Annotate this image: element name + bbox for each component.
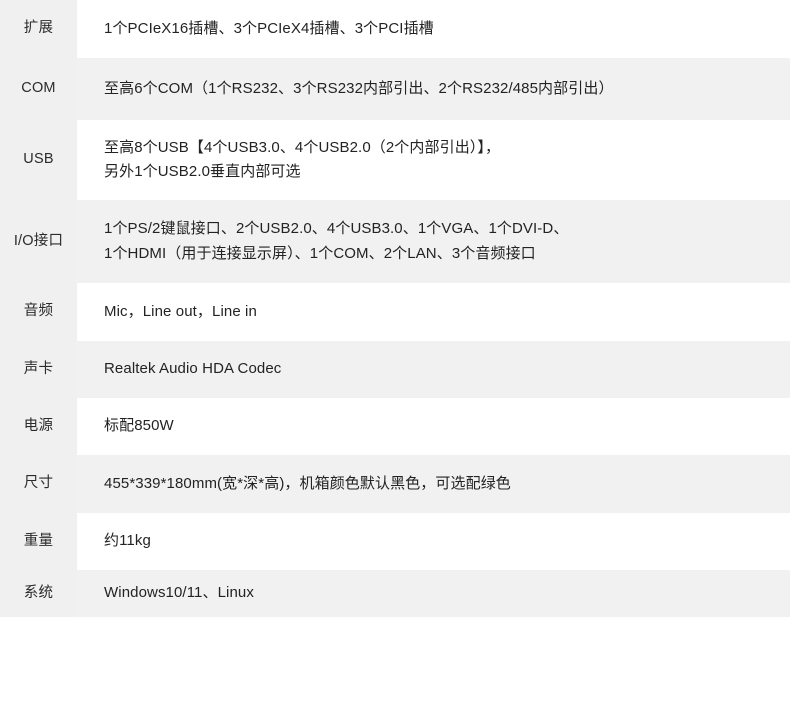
row-label-sound-card: 声卡	[0, 341, 77, 398]
value-line: 标配850W	[104, 417, 174, 435]
row-value-com: 至高6个COM（1个RS232、3个RS232内部引出、2个RS232/485内…	[77, 58, 790, 120]
table-row: 电源 标配850W	[0, 398, 790, 455]
row-label-weight: 重量	[0, 513, 77, 570]
value-line: 1个HDMI（用于连接显示屏）、1个COM、2个LAN、3个音频接口	[104, 244, 536, 262]
table-row: 音频 Mic，Line out，Line in	[0, 283, 790, 341]
table-row: USB 至高8个USB【4个USB3.0、4个USB2.0（2个内部引出）】， …	[0, 120, 790, 200]
row-label-io-ports: I/O接口	[0, 200, 77, 283]
row-label-os: 系统	[0, 570, 77, 617]
table-row: 系统 Windows10/11、Linux	[0, 570, 790, 617]
table-row: I/O接口 1个PS/2键鼠接口、2个USB2.0、4个USB3.0、1个VGA…	[0, 200, 790, 283]
table-row: 重量 约11kg	[0, 513, 790, 570]
table-row: 扩展 1个PCIeX16插槽、3个PCIeX4插槽、3个PCI插槽	[0, 0, 790, 58]
row-value-io-ports: 1个PS/2键鼠接口、2个USB2.0、4个USB3.0、1个VGA、1个DVI…	[77, 200, 790, 283]
value-line: 另外1个USB2.0垂直内部可选	[104, 163, 301, 180]
page-blank-area	[0, 617, 790, 711]
row-value-sound-card: Realtek Audio HDA Codec	[77, 341, 790, 398]
row-label-usb: USB	[0, 120, 77, 200]
row-value-os: Windows10/11、Linux	[77, 570, 790, 617]
value-line: Windows10/11、Linux	[104, 584, 254, 602]
row-label-audio: 音频	[0, 283, 77, 341]
row-value-weight: 约11kg	[77, 513, 790, 570]
value-line: Realtek Audio HDA Codec	[104, 360, 282, 378]
specification-table: 扩展 1个PCIeX16插槽、3个PCIeX4插槽、3个PCI插槽 COM 至高…	[0, 0, 790, 617]
row-label-power: 电源	[0, 398, 77, 455]
row-label-dimensions: 尺寸	[0, 455, 77, 513]
row-value-power: 标配850W	[77, 398, 790, 455]
row-label-com: COM	[0, 58, 77, 120]
value-line: 455*339*180mm(宽*深*高)，机箱颜色默认黑色，可选配绿色	[104, 474, 511, 492]
row-value-usb: 至高8个USB【4个USB3.0、4个USB2.0（2个内部引出）】， 另外1个…	[77, 120, 790, 200]
value-line: 至高6个COM（1个RS232、3个RS232内部引出、2个RS232/485内…	[104, 79, 614, 97]
value-line: 1个PCIeX16插槽、3个PCIeX4插槽、3个PCI插槽	[104, 19, 434, 37]
row-value-expansion: 1个PCIeX16插槽、3个PCIeX4插槽、3个PCI插槽	[77, 0, 790, 58]
specification-table-body: 扩展 1个PCIeX16插槽、3个PCIeX4插槽、3个PCI插槽 COM 至高…	[0, 0, 790, 617]
table-row: 尺寸 455*339*180mm(宽*深*高)，机箱颜色默认黑色，可选配绿色	[0, 455, 790, 513]
table-row: 声卡 Realtek Audio HDA Codec	[0, 341, 790, 398]
row-label-expansion: 扩展	[0, 0, 77, 58]
value-line: Mic，Line out，Line in	[104, 302, 257, 320]
table-row: COM 至高6个COM（1个RS232、3个RS232内部引出、2个RS232/…	[0, 58, 790, 120]
row-value-audio: Mic，Line out，Line in	[77, 283, 790, 341]
value-line: 1个PS/2键鼠接口、2个USB2.0、4个USB3.0、1个VGA、1个DVI…	[104, 220, 569, 238]
value-line: 约11kg	[104, 532, 151, 550]
row-value-dimensions: 455*339*180mm(宽*深*高)，机箱颜色默认黑色，可选配绿色	[77, 455, 790, 513]
value-line: 至高8个USB【4个USB3.0、4个USB2.0（2个内部引出）】，	[104, 138, 501, 156]
